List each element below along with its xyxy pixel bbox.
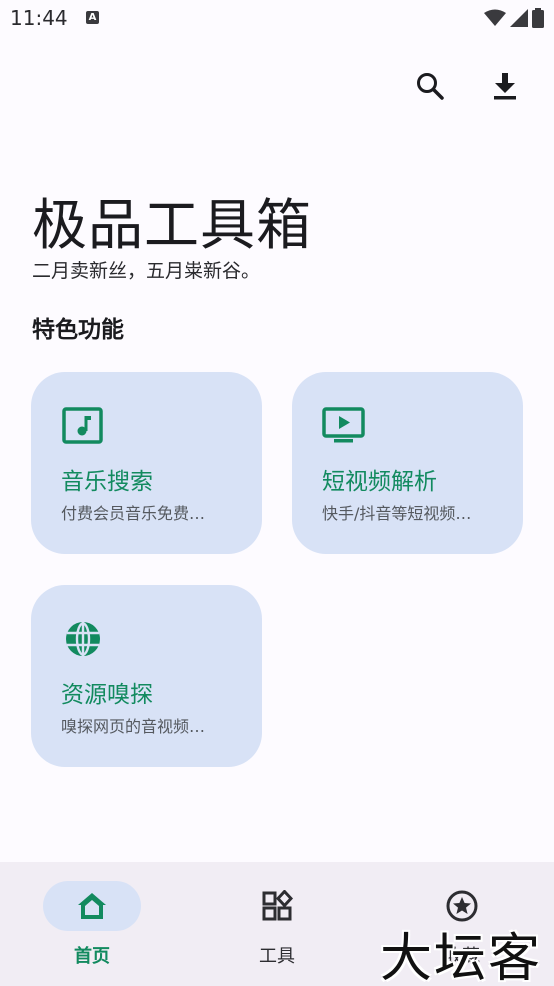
feature-description: 快手/抖音等短视频… bbox=[322, 504, 472, 523]
notification-icon: A bbox=[86, 11, 99, 24]
search-icon bbox=[417, 73, 444, 100]
watermark: 大坛客 bbox=[380, 929, 543, 986]
page-title: 极品工具箱 bbox=[32, 193, 313, 257]
signal-icon bbox=[510, 9, 528, 27]
status-bar: 11:44 A bbox=[0, 0, 554, 38]
download-icon bbox=[494, 73, 516, 100]
status-time: 11:44 bbox=[10, 6, 68, 30]
globe-icon bbox=[61, 617, 105, 661]
nav-label: 首页 bbox=[74, 946, 110, 967]
feature-description: 付费会员音乐免费… bbox=[61, 504, 206, 523]
home-icon bbox=[75, 888, 109, 924]
feature-card-music-search[interactable]: 音乐搜索 付费会员音乐免费… bbox=[31, 372, 262, 554]
feature-title: 资源嗅探 bbox=[61, 682, 153, 708]
nav-label: 工具 bbox=[259, 946, 295, 967]
wifi-icon bbox=[484, 9, 506, 26]
feature-card-video-parse[interactable]: 短视频解析 快手/抖音等短视频… bbox=[292, 372, 523, 554]
feature-title: 短视频解析 bbox=[322, 469, 437, 495]
battery-icon bbox=[532, 8, 544, 28]
download-button[interactable] bbox=[483, 64, 527, 108]
feature-description: 嗅探网页的音视频… bbox=[61, 717, 206, 736]
video-icon bbox=[322, 404, 366, 448]
page-subtitle: 二月卖新丝，五月粜新谷。 bbox=[32, 260, 261, 282]
grid-icon bbox=[260, 888, 294, 924]
search-button[interactable] bbox=[408, 64, 452, 108]
section-title: 特色功能 bbox=[32, 317, 124, 343]
feature-card-resource-sniff[interactable]: 资源嗅探 嗅探网页的音视频… bbox=[31, 585, 262, 767]
nav-item-home[interactable]: 首页 bbox=[0, 862, 184, 986]
music-icon bbox=[61, 404, 105, 448]
feature-title: 音乐搜索 bbox=[61, 469, 153, 495]
status-icons bbox=[484, 8, 544, 28]
nav-item-tools[interactable]: 工具 bbox=[185, 862, 369, 986]
